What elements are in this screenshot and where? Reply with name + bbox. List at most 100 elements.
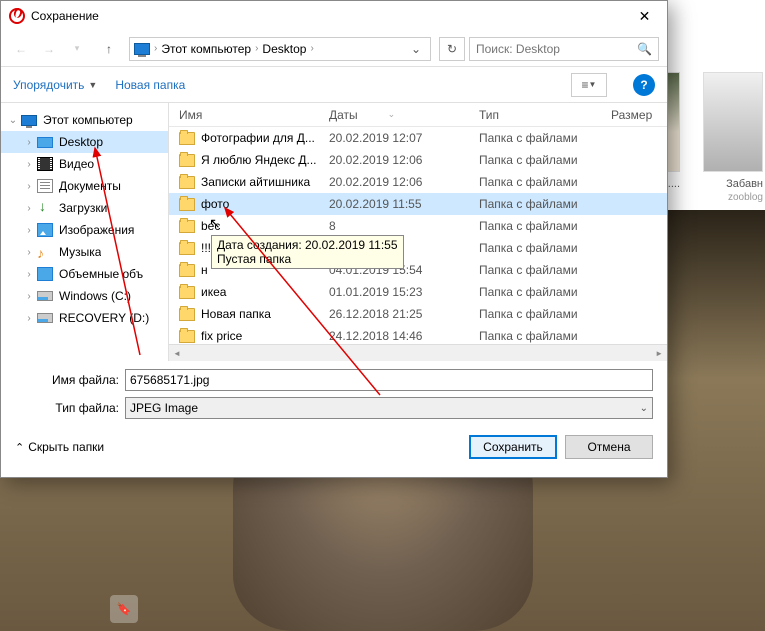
desktop-icon [37, 137, 53, 148]
filename-label: Имя файла: [15, 373, 125, 387]
search-icon[interactable]: 🔍 [637, 42, 652, 56]
tree-item-computer[interactable]: ⌄ Этот компьютер [1, 109, 168, 131]
organize-menu[interactable]: Упорядочить ▼ [13, 78, 97, 92]
music-icon [37, 245, 53, 259]
save-dialog: Сохранение ✕ ← → ▾ ↑ › Этот компьютер › … [0, 0, 668, 478]
cursor-icon: ↖ [209, 215, 221, 232]
folder-icon [179, 132, 195, 145]
breadcrumb-segment[interactable]: Desktop [262, 42, 306, 56]
nav-bar: ← → ▾ ↑ › Этот компьютер › Desktop › ⌄ ↻… [1, 31, 667, 67]
folder-tooltip: Дата создания: 20.02.2019 11:55 Пустая п… [211, 235, 404, 269]
folder-icon [179, 154, 195, 167]
dialog-title: Сохранение [31, 9, 622, 23]
toolbar: Упорядочить ▼ Новая папка ≡ ▼ ? [1, 67, 667, 103]
close-button[interactable]: ✕ [622, 1, 667, 31]
expand-icon[interactable]: › [23, 225, 35, 236]
column-size[interactable]: Размер [611, 108, 661, 122]
list-item[interactable]: Записки айтишника20.02.2019 12:06Папка с… [169, 171, 667, 193]
breadcrumb-dropdown[interactable]: ⌄ [406, 42, 426, 56]
forward-button[interactable]: → [37, 37, 61, 61]
bookmark-icon[interactable]: 🔖 [110, 595, 138, 623]
folder-icon [179, 330, 195, 343]
list-item[interactable]: икеа01.01.2019 15:23Папка с файлами [169, 281, 667, 303]
list-item[interactable]: Я люблю Яндекс Д...20.02.2019 12:06Папка… [169, 149, 667, 171]
recent-dropdown[interactable]: ▾ [65, 37, 89, 61]
tree-item-images[interactable]: › Изображения [1, 219, 168, 241]
column-date[interactable]: Даты⌄ [329, 108, 479, 122]
chevron-right-icon[interactable]: › [310, 43, 313, 54]
downloads-icon [37, 201, 53, 215]
expand-icon[interactable]: ⌄ [7, 115, 19, 126]
folder-icon [179, 308, 195, 321]
horizontal-scrollbar[interactable] [169, 344, 667, 361]
folder-icon [179, 176, 195, 189]
breadcrumb-segment[interactable]: Этот компьютер [161, 42, 251, 56]
column-headers: Имя Даты⌄ Тип Размер [169, 103, 667, 127]
expand-icon[interactable]: › [23, 159, 35, 170]
help-button[interactable]: ? [633, 74, 655, 96]
bg-source: zooblog [728, 192, 763, 203]
chevron-down-icon: ⌄ [640, 403, 648, 414]
list-item[interactable]: Новая папка26.12.2018 21:25Папка с файла… [169, 303, 667, 325]
view-mode-button[interactable]: ≡ ▼ [571, 73, 607, 97]
up-button[interactable]: ↑ [97, 37, 121, 61]
tree-item-downloads[interactable]: › Загрузки [1, 197, 168, 219]
tree-item-disk-d[interactable]: › RECOVERY (D:) [1, 307, 168, 329]
folder-icon [179, 264, 195, 277]
images-icon [37, 223, 53, 237]
expand-icon[interactable]: › [23, 269, 35, 280]
folder-icon [179, 198, 195, 211]
list-item[interactable]: bес8Папка с файлами [169, 215, 667, 237]
tree-item-disk-c[interactable]: › Windows (C:) [1, 285, 168, 307]
disk-icon [37, 313, 53, 323]
chevron-right-icon[interactable]: › [154, 43, 157, 54]
titlebar: Сохранение ✕ [1, 1, 667, 31]
expand-icon[interactable]: › [23, 313, 35, 324]
tree-item-desktop[interactable]: › Desktop [1, 131, 168, 153]
list-item[interactable]: Фотографии для Д...20.02.2019 12:07Папка… [169, 127, 667, 149]
save-button[interactable]: Сохранить [469, 435, 557, 459]
list-item[interactable]: fix price24.12.2018 14:46Папка с файлами [169, 325, 667, 344]
filetype-select[interactable]: JPEG Image ⌄ [125, 397, 653, 419]
column-name[interactable]: Имя [179, 108, 329, 122]
folder-icon [179, 286, 195, 299]
dialog-footer: Имя файла: Тип файла: JPEG Image ⌄ ⌃ Скр… [1, 361, 667, 469]
computer-icon [21, 115, 37, 126]
refresh-button[interactable]: ↻ [439, 37, 465, 61]
new-folder-button[interactable]: Новая папка [115, 78, 185, 92]
column-type[interactable]: Тип [479, 108, 611, 122]
file-list: Имя Даты⌄ Тип Размер Фотографии для Д...… [169, 103, 667, 361]
tree-item-music[interactable]: › Музыка [1, 241, 168, 263]
folder-icon [179, 220, 195, 233]
folder-tree: ⌄ Этот компьютер › Desktop › Видео › Док… [1, 103, 169, 361]
expand-icon[interactable]: › [23, 137, 35, 148]
list-item[interactable]: фото20.02.2019 11:55Папка с файлами [169, 193, 667, 215]
bg-caption: Забавн [726, 178, 763, 190]
chevron-right-icon[interactable]: › [255, 43, 258, 54]
computer-icon [134, 43, 150, 55]
file-rows: Фотографии для Д...20.02.2019 12:07Папка… [169, 127, 667, 344]
tree-item-documents[interactable]: › Документы [1, 175, 168, 197]
bg-thumbnail [703, 72, 763, 172]
tree-item-3d[interactable]: › Объемные объ [1, 263, 168, 285]
expand-icon[interactable]: › [23, 291, 35, 302]
tree-item-videos[interactable]: › Видео [1, 153, 168, 175]
expand-icon[interactable]: › [23, 181, 35, 192]
chevron-down-icon: ⌃ [15, 441, 24, 454]
video-icon [37, 157, 53, 171]
back-button[interactable]: ← [9, 37, 33, 61]
cancel-button[interactable]: Отмена [565, 435, 653, 459]
folder-icon [179, 242, 195, 255]
yandex-icon [9, 8, 25, 24]
filetype-label: Тип файла: [15, 401, 125, 415]
expand-icon[interactable]: › [23, 203, 35, 214]
documents-icon [37, 179, 53, 193]
hide-folders-toggle[interactable]: ⌃ Скрыть папки [15, 440, 104, 454]
filename-input[interactable] [125, 369, 653, 391]
3d-objects-icon [37, 267, 53, 281]
disk-icon [37, 291, 53, 301]
expand-icon[interactable]: › [23, 247, 35, 258]
search-input[interactable] [476, 42, 637, 56]
search-box[interactable]: 🔍 [469, 37, 659, 61]
breadcrumb[interactable]: › Этот компьютер › Desktop › ⌄ [129, 37, 431, 61]
